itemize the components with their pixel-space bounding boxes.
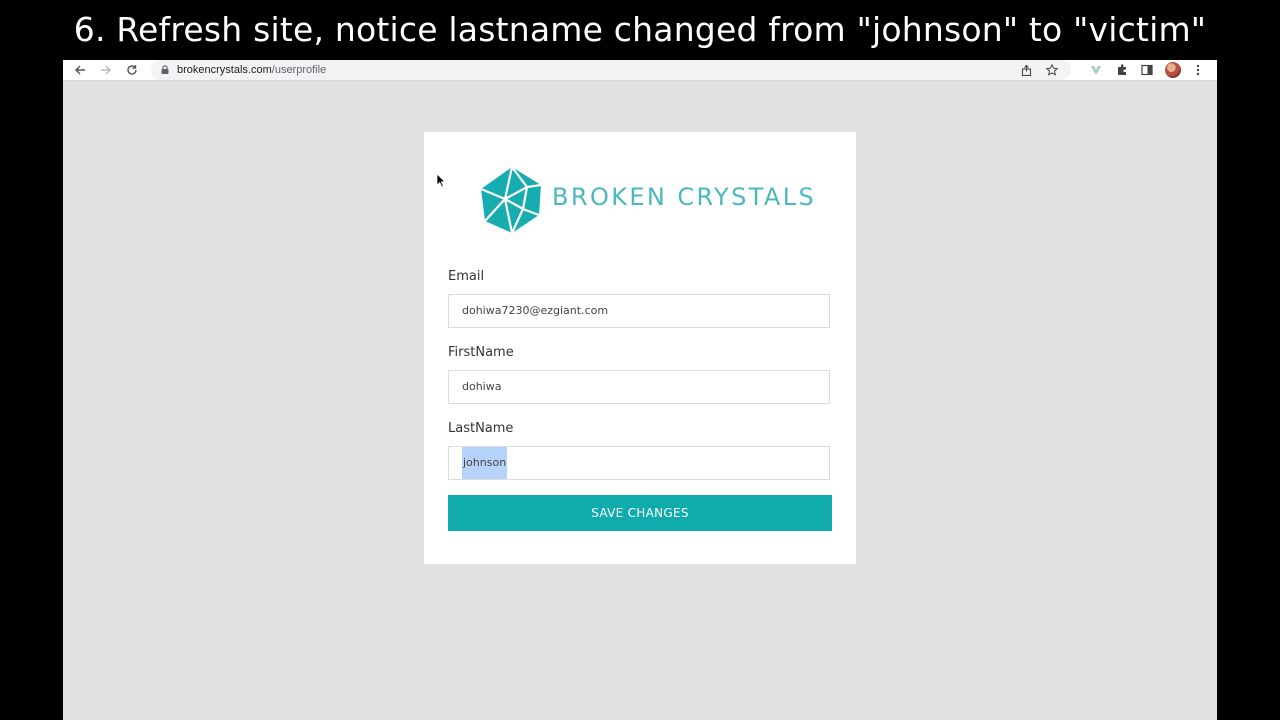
profile-avatar[interactable] (1165, 62, 1181, 78)
email-value: dohiwa7230@ezgiant.com (462, 304, 609, 317)
side-panel-icon[interactable] (1138, 61, 1156, 79)
url-text: brokencrystals.com/userprofile (177, 60, 326, 80)
back-arrow-icon[interactable] (70, 60, 90, 80)
lock-icon (161, 65, 169, 74)
user-profile-card: BROKEN CRYSTALS Email dohiwa7230@ezgiant… (424, 132, 856, 564)
url-path: /userprofile (271, 64, 327, 76)
broken-crystals-logo: BROKEN CRYSTALS (479, 165, 819, 235)
logo-text: BROKEN CRYSTALS (552, 183, 817, 211)
email-field[interactable]: dohiwa7230@ezgiant.com (448, 294, 830, 328)
share-icon[interactable] (1017, 61, 1035, 79)
lastname-field[interactable]: johnson (448, 446, 830, 480)
mouse-cursor-icon (436, 173, 446, 188)
save-changes-button[interactable]: SAVE CHANGES (448, 495, 832, 531)
star-icon[interactable] (1043, 61, 1061, 79)
firstname-value: dohiwa (462, 380, 502, 393)
browser-toolbar: brokencrystals.com/userprofile (63, 60, 1217, 81)
address-bar[interactable]: brokencrystals.com/userprofile (151, 60, 1071, 80)
vuetools-extension-icon[interactable] (1087, 61, 1105, 79)
lastname-value-selected: johnson (462, 447, 508, 479)
firstname-label: FirstName (448, 345, 514, 360)
lastname-label: LastName (448, 421, 514, 436)
firstname-field[interactable]: dohiwa (448, 370, 830, 404)
browser-window: brokencrystals.com/userprofile BROKEN CR… (63, 60, 1217, 720)
video-caption: 6. Refresh site, notice lastname changed… (73, 10, 1207, 49)
kebab-menu-icon[interactable] (1189, 61, 1207, 79)
crystal-logo-icon (480, 166, 542, 234)
url-host: brokencrystals.com (177, 64, 272, 76)
puzzle-icon[interactable] (1113, 61, 1131, 79)
reload-icon[interactable] (122, 60, 142, 80)
email-label: Email (448, 269, 485, 284)
forward-arrow-icon[interactable] (96, 60, 116, 80)
